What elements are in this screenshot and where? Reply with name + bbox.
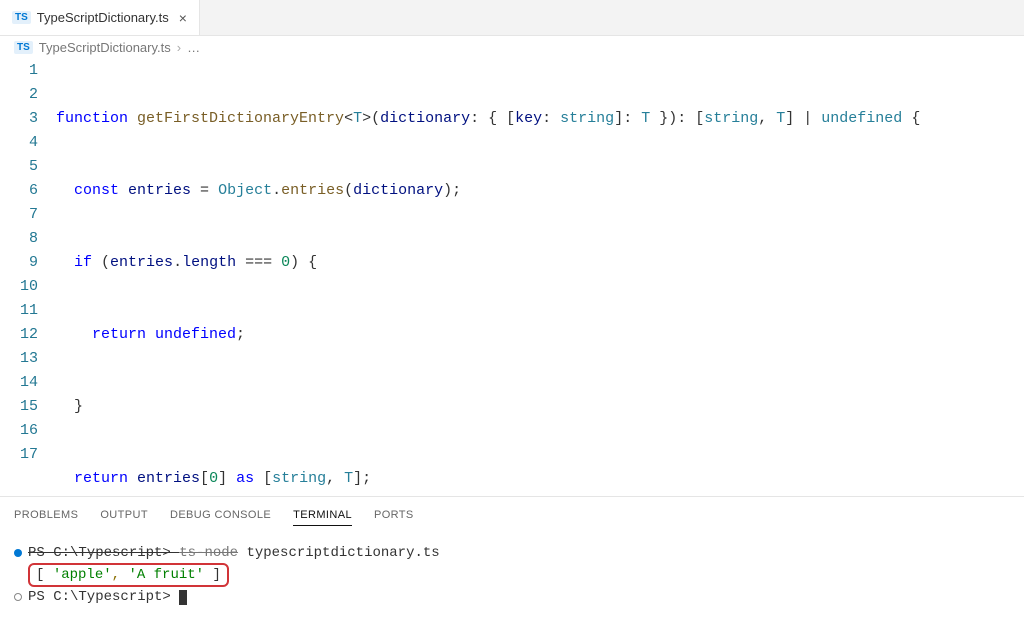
breadcrumb-dots[interactable]: …	[187, 40, 200, 55]
line-number: 8	[0, 227, 38, 251]
code-line: }	[56, 395, 1024, 419]
output-highlight: [ 'apple', 'A fruit' ]	[28, 563, 229, 587]
line-number: 11	[0, 299, 38, 323]
terminal-command: ts-node	[179, 543, 238, 563]
code-line: return entries[0] as [string, T];	[56, 467, 1024, 491]
chevron-right-icon: ›	[177, 40, 181, 55]
ts-badge-icon: TS	[12, 11, 31, 24]
line-number: 2	[0, 83, 38, 107]
line-number: 16	[0, 419, 38, 443]
line-number: 12	[0, 323, 38, 347]
code-line: return undefined;	[56, 323, 1024, 347]
code-content[interactable]: function getFirstDictionaryEntry<T>(dict…	[56, 59, 1024, 496]
breadcrumb[interactable]: TS TypeScriptDictionary.ts › …	[0, 36, 1024, 59]
terminal-line: [ 'apple', 'A fruit' ]	[14, 563, 1010, 587]
tab-output[interactable]: OUTPUT	[100, 505, 148, 526]
line-number: 7	[0, 203, 38, 227]
terminal[interactable]: PS C:\Typescript> ts-node typescriptdict…	[14, 543, 1010, 607]
code-line: const entries = Object.entries(dictionar…	[56, 179, 1024, 203]
terminal-prompt: PS C:\Typescript>	[28, 587, 179, 607]
status-dot-icon	[14, 593, 22, 601]
breadcrumb-file[interactable]: TypeScriptDictionary.ts	[39, 40, 171, 55]
code-line: function getFirstDictionaryEntry<T>(dict…	[56, 107, 1024, 131]
tab-terminal[interactable]: TERMINAL	[293, 505, 352, 526]
tab-problems[interactable]: PROBLEMS	[14, 505, 78, 526]
bottom-panel: PROBLEMS OUTPUT DEBUG CONSOLE TERMINAL P…	[0, 496, 1024, 634]
line-number: 6	[0, 179, 38, 203]
code-editor[interactable]: 1 2 3 4 5 6 7 8 9 10 11 12 13 14 15 16 1…	[0, 59, 1024, 496]
ts-badge-icon: TS	[14, 41, 33, 54]
line-number: 1	[0, 59, 38, 83]
terminal-prompt: PS C:\Typescript>	[28, 543, 179, 563]
tab-ports[interactable]: PORTS	[374, 505, 414, 526]
editor-tab[interactable]: TS TypeScriptDictionary.ts ×	[0, 0, 200, 35]
tab-filename: TypeScriptDictionary.ts	[37, 10, 169, 25]
line-number: 17	[0, 443, 38, 467]
line-number: 15	[0, 395, 38, 419]
code-line: if (entries.length === 0) {	[56, 251, 1024, 275]
close-icon[interactable]: ×	[179, 10, 187, 26]
cursor-icon	[179, 590, 187, 605]
line-number: 4	[0, 131, 38, 155]
status-dot-icon	[14, 549, 22, 557]
line-number: 10	[0, 275, 38, 299]
terminal-arg: typescriptdictionary.ts	[238, 543, 440, 563]
line-number: 3	[0, 107, 38, 131]
panel-tabs: PROBLEMS OUTPUT DEBUG CONSOLE TERMINAL P…	[14, 505, 1010, 533]
line-number: 13	[0, 347, 38, 371]
line-number: 5	[0, 155, 38, 179]
line-number: 14	[0, 371, 38, 395]
tab-debug-console[interactable]: DEBUG CONSOLE	[170, 505, 271, 526]
tab-bar: TS TypeScriptDictionary.ts ×	[0, 0, 1024, 36]
line-number-gutter: 1 2 3 4 5 6 7 8 9 10 11 12 13 14 15 16 1…	[0, 59, 56, 496]
terminal-line: PS C:\Typescript> ts-node typescriptdict…	[14, 543, 1010, 563]
line-number: 9	[0, 251, 38, 275]
terminal-line: PS C:\Typescript>	[14, 587, 1010, 607]
